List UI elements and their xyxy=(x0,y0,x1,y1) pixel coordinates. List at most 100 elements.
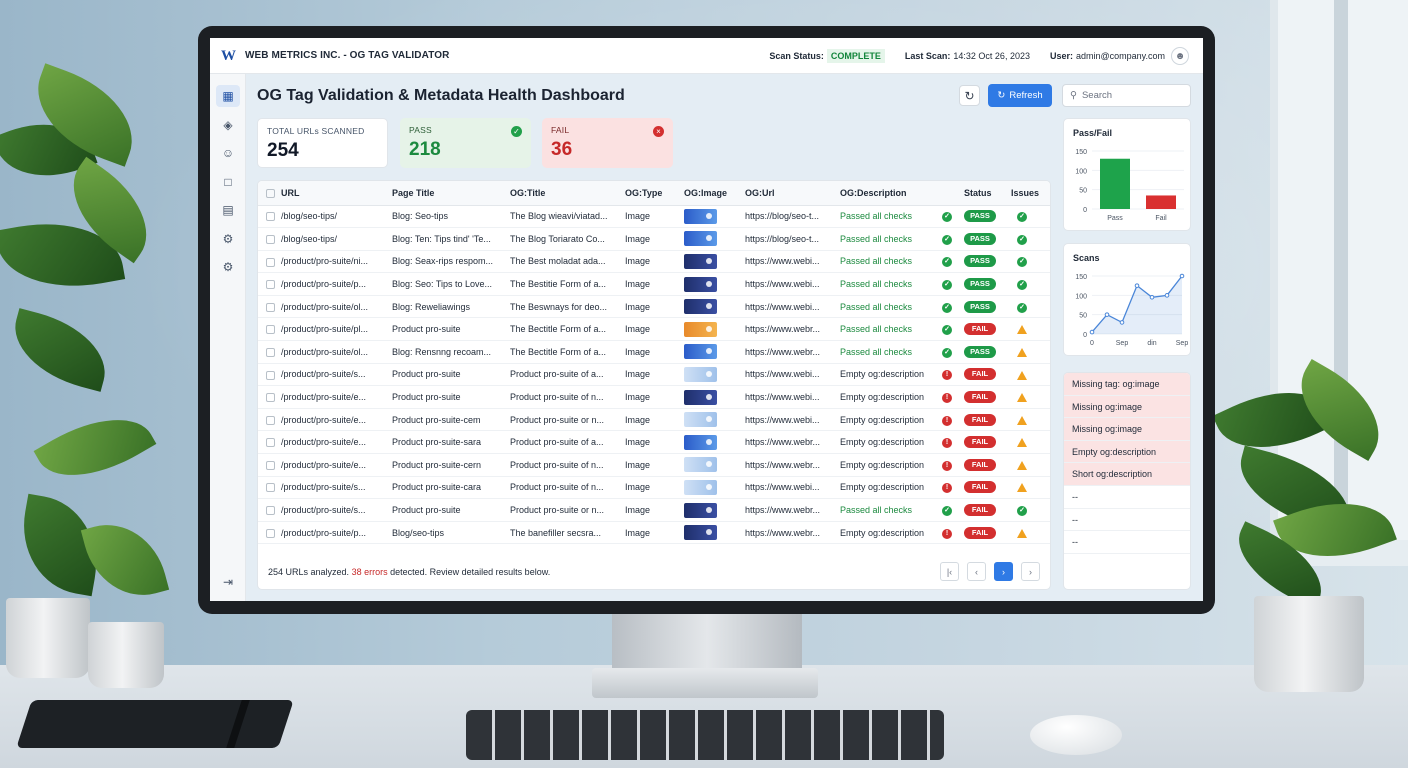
col-header-og-image[interactable]: OG:Image xyxy=(684,181,745,206)
og-image-thumbnail[interactable] xyxy=(684,366,717,382)
col-header-og-url[interactable]: OG:Url xyxy=(745,181,840,206)
table-row[interactable]: /product/pro-suite/p... Blog: Seo: Tips t… xyxy=(258,272,1050,296)
og-image-thumbnail[interactable] xyxy=(684,344,717,360)
issue-item[interactable]: -- xyxy=(1064,531,1190,554)
warning-icon[interactable] xyxy=(1017,528,1027,538)
cell-url[interactable]: /product/pro-suite/ol... xyxy=(281,340,392,364)
table-row[interactable]: /product/pro-suite/e... Product pro-suite… xyxy=(258,385,1050,409)
row-checkbox[interactable] xyxy=(266,212,275,222)
report-icon[interactable]: ▤ xyxy=(216,199,240,221)
warning-icon[interactable] xyxy=(1017,438,1027,448)
row-checkbox[interactable] xyxy=(266,528,275,538)
gear-icon[interactable]: ⚙ xyxy=(216,256,240,278)
next-page-button[interactable]: › xyxy=(1021,562,1040,581)
reload-icon-button[interactable]: ↻ xyxy=(959,85,980,106)
cell-url[interactable]: /product/pro-suite/ni... xyxy=(281,250,392,274)
check-icon[interactable]: ✓ xyxy=(1017,280,1027,291)
cell-url[interactable]: /product/pro-suite/e... xyxy=(281,453,392,477)
row-checkbox[interactable] xyxy=(266,483,275,493)
row-checkbox[interactable] xyxy=(266,347,275,357)
refresh-button[interactable]: ↻ Refresh xyxy=(988,84,1052,107)
row-checkbox[interactable] xyxy=(266,280,275,290)
table-row[interactable]: /product/pro-suite/ni... Blog: Seax-rips … xyxy=(258,250,1050,274)
warning-icon[interactable] xyxy=(1017,483,1027,493)
cell-url[interactable]: /product/pro-suite/ol... xyxy=(281,295,392,319)
table-row[interactable]: /product/pro-suite/s... Product pro-suite… xyxy=(258,363,1050,387)
cell-url[interactable]: /blog/seo-tips/ xyxy=(281,227,392,251)
table-row[interactable]: /blog/seo-tips/Blog: Seo-tips The Blog wi… xyxy=(258,205,1050,229)
col-header-og-description[interactable]: OG:Description xyxy=(840,181,942,206)
row-checkbox[interactable] xyxy=(266,460,275,470)
cell-url[interactable]: /product/pro-suite/pl... xyxy=(281,317,392,342)
cell-url[interactable]: /product/pro-suite/s... xyxy=(281,476,392,500)
settings-icon[interactable]: ⚙ xyxy=(216,228,240,250)
logout-icon[interactable]: ⇥ xyxy=(216,571,240,593)
first-page-button[interactable]: |‹ xyxy=(940,562,959,581)
user-avatar-icon[interactable]: ☻ xyxy=(1171,47,1189,65)
row-checkbox[interactable] xyxy=(266,393,275,403)
col-header-og-type[interactable]: OG:Type xyxy=(625,181,684,206)
issue-item[interactable]: Missing og:image xyxy=(1064,395,1190,419)
check-icon[interactable]: ✓ xyxy=(1017,302,1027,313)
col-header-status[interactable]: Status xyxy=(964,181,1011,206)
col-header-issues[interactable]: Issues xyxy=(1011,181,1050,206)
prev-page-button[interactable]: ‹ xyxy=(967,562,986,581)
og-image-thumbnail[interactable] xyxy=(684,299,717,315)
og-image-thumbnail[interactable] xyxy=(684,389,717,405)
row-checkbox[interactable] xyxy=(266,302,275,312)
issue-item[interactable]: Missing tag: og:image xyxy=(1064,373,1190,396)
og-image-thumbnail[interactable] xyxy=(684,253,717,269)
table-row[interactable]: /product/pro-suite/e... Product pro-suite… xyxy=(258,453,1050,477)
table-row[interactable]: /product/pro-suite/p... Blog/seo-tips The … xyxy=(258,521,1050,545)
check-icon[interactable]: ✓ xyxy=(1017,212,1027,223)
og-image-thumbnail[interactable] xyxy=(684,525,717,541)
cell-url[interactable]: /product/pro-suite/p... xyxy=(281,521,392,545)
og-image-thumbnail[interactable] xyxy=(684,208,717,224)
table-row[interactable]: /product/pro-suite/e... Product pro-suite… xyxy=(258,430,1050,455)
cell-url[interactable]: /product/pro-suite/s... xyxy=(281,363,392,387)
table-row[interactable]: /product/pro-suite/s... Product pro-suite… xyxy=(258,498,1050,522)
table-row[interactable]: /blog/seo-tips/Blog: Ten: Tips tind' 'Te… xyxy=(258,227,1050,251)
cell-url[interactable]: /product/pro-suite/e... xyxy=(281,408,392,432)
row-checkbox[interactable] xyxy=(266,257,275,267)
cell-url[interactable]: /product/pro-suite/e... xyxy=(281,385,392,409)
col-header-page-title[interactable]: Page Title xyxy=(392,181,510,206)
row-checkbox[interactable] xyxy=(266,506,275,516)
issue-item[interactable]: Missing og:image xyxy=(1064,418,1190,441)
row-checkbox[interactable] xyxy=(266,234,275,244)
issue-item[interactable]: Short og:description xyxy=(1064,463,1190,486)
row-checkbox[interactable] xyxy=(266,415,275,425)
warning-icon[interactable] xyxy=(1017,325,1027,335)
issue-item[interactable]: -- xyxy=(1064,486,1190,509)
row-checkbox[interactable] xyxy=(266,325,275,335)
issue-item[interactable]: -- xyxy=(1064,509,1190,532)
table-row[interactable]: /product/pro-suite/ol... Blog: Reweliawin… xyxy=(258,295,1050,319)
og-image-thumbnail[interactable] xyxy=(684,321,717,337)
table-row[interactable]: /product/pro-suite/e... Product pro-suite… xyxy=(258,408,1050,432)
wallet-icon[interactable]: □ xyxy=(216,171,240,193)
og-image-thumbnail[interactable] xyxy=(684,412,717,428)
check-icon[interactable]: ✓ xyxy=(1017,506,1027,517)
og-image-thumbnail[interactable] xyxy=(684,457,717,473)
og-image-thumbnail[interactable] xyxy=(684,231,717,247)
cell-url[interactable]: /product/pro-suite/e... xyxy=(281,430,392,455)
users-icon[interactable]: ☺ xyxy=(216,142,240,164)
cell-url[interactable]: /product/pro-suite/p... xyxy=(281,272,392,296)
dashboard-icon[interactable]: ▦ xyxy=(216,85,240,107)
og-image-thumbnail[interactable] xyxy=(684,479,717,495)
cell-url[interactable]: /blog/seo-tips/ xyxy=(281,205,392,229)
warning-icon[interactable] xyxy=(1017,460,1027,470)
warning-icon[interactable] xyxy=(1017,370,1027,380)
og-image-thumbnail[interactable] xyxy=(684,434,717,450)
warning-icon[interactable] xyxy=(1017,393,1027,403)
table-row[interactable]: /product/pro-suite/s... Product pro-suite… xyxy=(258,476,1050,500)
current-page-button[interactable]: › xyxy=(994,562,1013,581)
layers-icon[interactable]: ◈ xyxy=(216,114,240,136)
table-row[interactable]: /product/pro-suite/ol... Blog: Rensnng re… xyxy=(258,340,1050,364)
select-all-checkbox[interactable] xyxy=(266,188,275,198)
search-input[interactable]: ⚲ Search xyxy=(1062,84,1191,107)
og-image-thumbnail[interactable] xyxy=(684,502,717,518)
company-logo[interactable]: W xyxy=(221,48,239,63)
check-icon[interactable]: ✓ xyxy=(1017,234,1027,245)
col-header-og-title[interactable]: OG:Title xyxy=(510,181,625,206)
